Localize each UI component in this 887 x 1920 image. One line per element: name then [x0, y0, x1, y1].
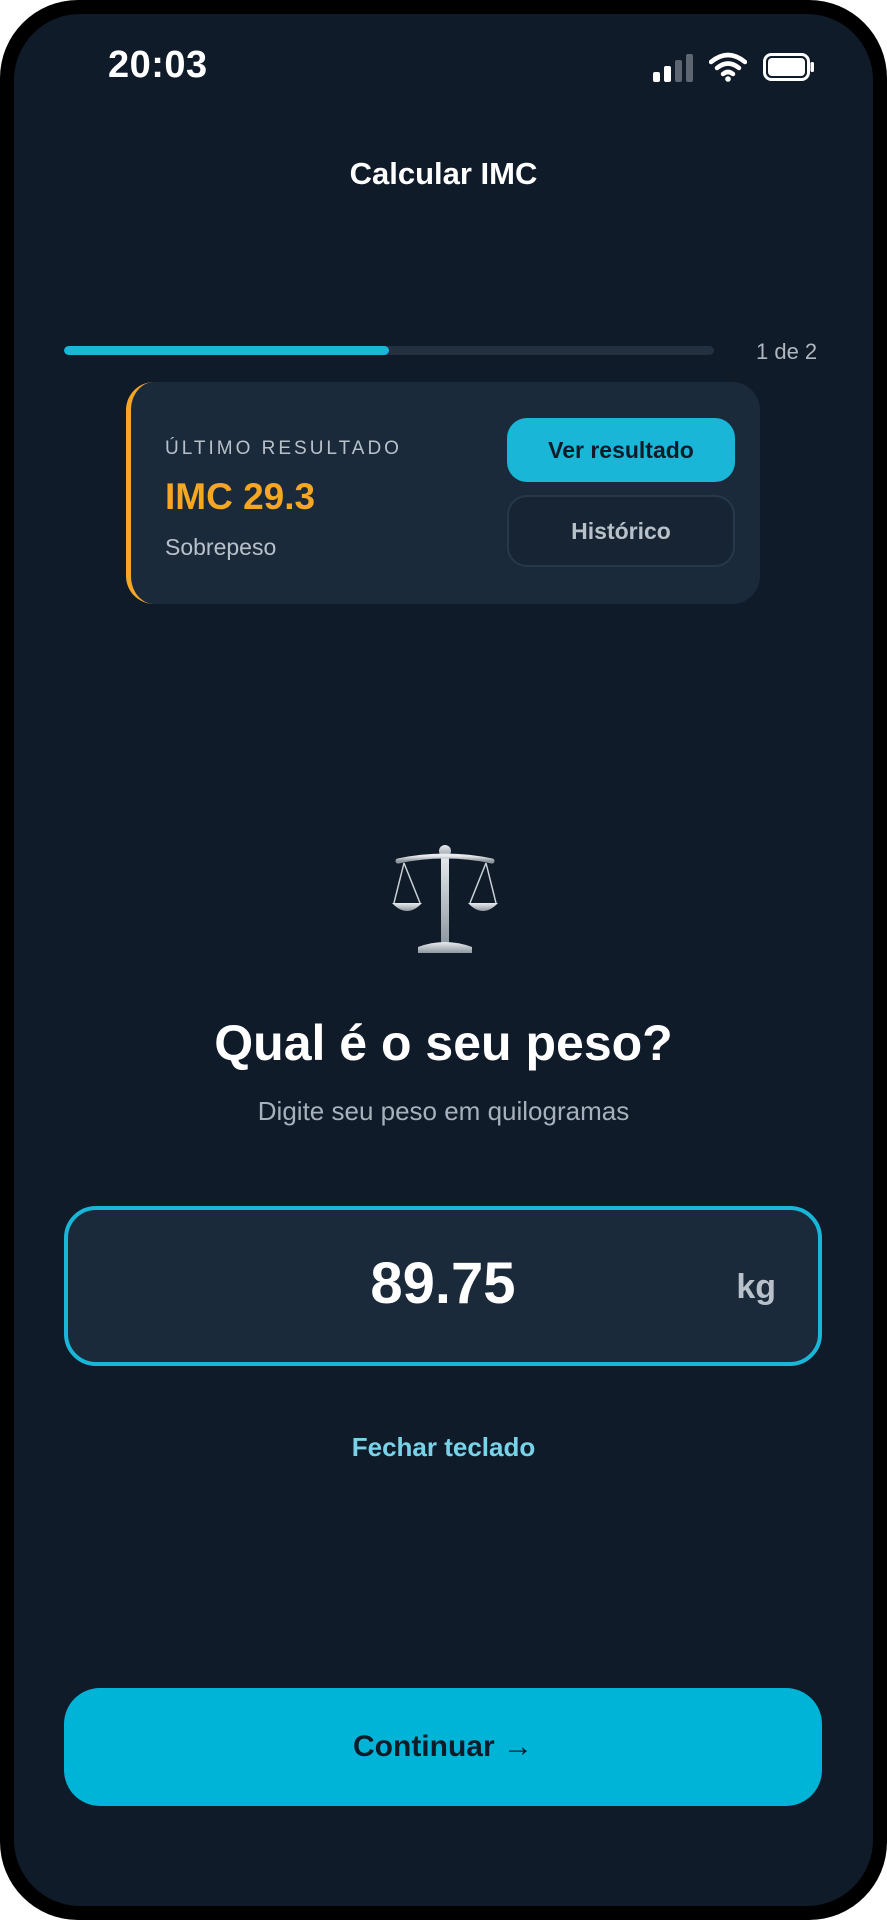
question-subtitle: Digite seu peso em quilogramas: [257, 1096, 630, 1126]
last-result-value: IMC 29.3: [165, 476, 316, 517]
question-title: Qual é o seu peso?: [214, 1015, 673, 1071]
last-result-category: Sobrepeso: [165, 534, 277, 560]
continue-button[interactable]: Continuar →: [64, 1688, 822, 1806]
app-screen: 20:03 Calcular IMC 1 de 2 ÚLTIMO RESULTA…: [14, 14, 873, 1906]
battery-icon: [763, 53, 814, 81]
progress-fill: [64, 346, 389, 355]
weight-input[interactable]: 89.75 kg: [64, 1206, 822, 1366]
view-result-button[interactable]: Ver resultado: [507, 418, 735, 482]
status-time: 20:03: [108, 44, 208, 86]
weight-unit: kg: [736, 1268, 776, 1306]
last-result-overline: ÚLTIMO RESULTADO: [165, 438, 402, 459]
wifi-icon: [709, 52, 747, 82]
history-button[interactable]: Histórico: [507, 495, 735, 567]
close-keyboard-button[interactable]: Fechar teclado: [14, 1432, 873, 1463]
progress-step-label: 1 de 2: [756, 339, 818, 364]
weight-value: 89.75: [370, 1251, 516, 1316]
last-result-card: ÚLTIMO RESULTADO IMC 29.3 Sobrepeso Ver …: [126, 382, 760, 604]
page-title: Calcular IMC: [349, 156, 538, 191]
progress-bar: [64, 346, 714, 355]
phone-frame: 20:03 Calcular IMC 1 de 2 ÚLTIMO RESULTA…: [0, 0, 887, 1920]
balance-scale-icon: [392, 845, 498, 953]
status-icons: [653, 52, 815, 82]
cellular-signal-icon: [653, 52, 693, 82]
